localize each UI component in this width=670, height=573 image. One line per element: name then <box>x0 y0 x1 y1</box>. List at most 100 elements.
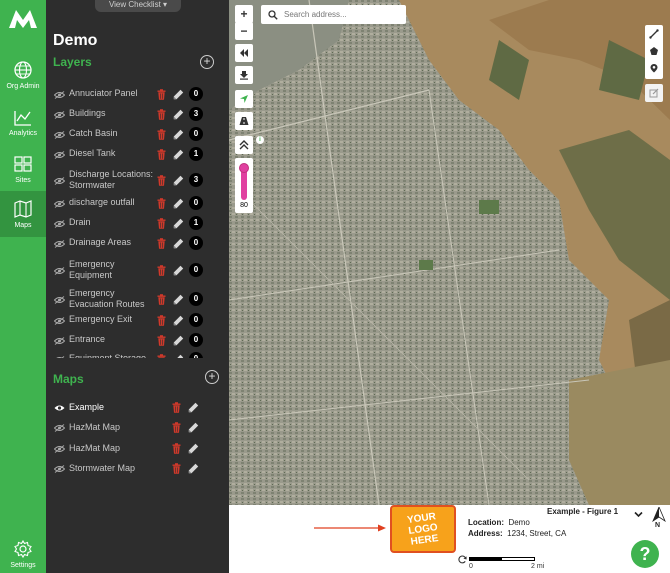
pencil-icon[interactable] <box>173 89 184 100</box>
scale-bar-graphic <box>469 557 535 561</box>
nav-item-settings[interactable]: Settings <box>0 531 46 573</box>
draw-marker-icon[interactable] <box>649 63 659 73</box>
trash-icon[interactable] <box>157 88 166 100</box>
layer-row[interactable]: Diesel Tank 1 <box>46 146 229 163</box>
hidden-eye-icon[interactable] <box>54 296 65 304</box>
pencil-icon[interactable] <box>173 109 184 120</box>
layer-row[interactable]: Buildings 3 <box>46 106 229 123</box>
pencil-icon[interactable] <box>173 315 184 326</box>
trash-icon[interactable] <box>157 294 166 305</box>
add-layer-button[interactable]: + <box>200 55 214 69</box>
layer-row[interactable]: Equipment Storage 0 <box>46 351 229 359</box>
trash-icon[interactable] <box>157 128 166 140</box>
trash-icon[interactable] <box>157 175 166 186</box>
address-search[interactable] <box>261 5 406 24</box>
layer-row[interactable]: Emergency Evacuation Routes 0 <box>46 288 229 314</box>
trash-icon[interactable] <box>172 422 181 433</box>
hidden-eye-icon[interactable] <box>54 445 65 453</box>
opacity-slider-handle[interactable] <box>239 163 249 173</box>
trash-icon[interactable] <box>172 463 181 474</box>
info-icon[interactable]: i <box>256 136 264 144</box>
visible-eye-icon[interactable] <box>54 404 65 412</box>
draw-line-icon[interactable] <box>649 29 659 39</box>
pencil-icon[interactable] <box>173 294 184 305</box>
zoom-in-button[interactable]: + <box>235 5 253 23</box>
pencil-icon[interactable] <box>173 335 184 346</box>
layer-row[interactable]: Entrance 0 <box>46 332 229 349</box>
hidden-eye-icon[interactable] <box>54 110 65 119</box>
layer-row[interactable]: Emergency Exit 0 <box>46 312 229 329</box>
hidden-eye-icon[interactable] <box>54 177 65 185</box>
search-input[interactable] <box>284 10 399 19</box>
map-row[interactable]: HazMat Map <box>46 422 229 434</box>
hidden-eye-icon[interactable] <box>54 90 65 99</box>
trash-icon[interactable] <box>172 443 181 454</box>
map-row[interactable]: HazMat Map <box>46 443 229 455</box>
hidden-eye-icon[interactable] <box>54 465 65 473</box>
map-row[interactable]: Example <box>46 402 229 414</box>
view-checklist-button[interactable]: View Checklist ▾ <box>95 0 181 12</box>
pencil-icon[interactable] <box>173 238 184 249</box>
hidden-eye-icon[interactable] <box>54 336 65 345</box>
layer-row[interactable]: Catch Basin 0 <box>46 126 229 143</box>
pencil-icon[interactable] <box>188 422 199 433</box>
add-map-button[interactable]: + <box>205 370 219 384</box>
draw-polygon-icon[interactable] <box>649 46 659 56</box>
hidden-eye-icon[interactable] <box>54 199 65 208</box>
brand-logo[interactable] <box>8 6 38 30</box>
pencil-icon[interactable] <box>173 218 184 229</box>
hidden-eye-icon[interactable] <box>54 219 65 228</box>
pencil-icon[interactable] <box>173 149 184 160</box>
help-button[interactable]: ? <box>631 540 659 568</box>
satellite-map[interactable]: + − i 80 <box>229 0 670 505</box>
layer-row[interactable]: discharge outfall 0 <box>46 195 229 212</box>
nav-item-sites[interactable]: Sites <box>0 146 46 192</box>
street-view-button[interactable] <box>235 112 253 130</box>
locate-button[interactable] <box>235 90 253 108</box>
company-logo-placeholder[interactable]: YOUR LOGO HERE <box>390 505 456 553</box>
refresh-icon[interactable] <box>458 555 467 564</box>
nav-item-analytics[interactable]: Analytics <box>0 99 46 145</box>
pencil-icon[interactable] <box>173 129 184 140</box>
nav-item-maps[interactable]: Maps <box>0 191 46 237</box>
hidden-eye-icon[interactable] <box>54 316 65 325</box>
layer-list[interactable]: Annuciator Panel 0 Buildings 3 Catch Basin 0 D… <box>46 82 229 358</box>
pencil-icon[interactable] <box>188 443 199 454</box>
hidden-eye-icon[interactable] <box>54 130 65 139</box>
hidden-eye-icon[interactable] <box>54 267 65 275</box>
layer-row[interactable]: Annuciator Panel 0 <box>46 86 229 103</box>
trash-icon[interactable] <box>157 108 166 120</box>
hidden-eye-icon[interactable] <box>54 355 65 359</box>
expand-tools-button[interactable] <box>235 136 253 154</box>
zoom-out-button[interactable]: − <box>235 22 253 40</box>
trash-icon[interactable] <box>157 237 166 249</box>
pencil-icon[interactable] <box>173 265 184 276</box>
hidden-eye-icon[interactable] <box>54 150 65 159</box>
trash-icon[interactable] <box>157 197 166 209</box>
pencil-icon[interactable] <box>188 463 199 474</box>
pencil-icon[interactable] <box>188 402 199 413</box>
layer-row[interactable]: Drain 1 <box>46 215 229 232</box>
trash-icon[interactable] <box>157 217 166 229</box>
edit-geometry-button[interactable] <box>645 84 663 102</box>
opacity-slider[interactable]: 80 <box>235 158 253 213</box>
trash-icon[interactable] <box>157 148 166 160</box>
chevron-down-icon[interactable] <box>634 511 643 518</box>
layer-row[interactable]: Drainage Areas 0 <box>46 235 229 252</box>
layer-row[interactable]: Emergency Equipment 0 <box>46 259 229 285</box>
trash-icon[interactable] <box>157 334 166 346</box>
trash-icon[interactable] <box>157 314 166 326</box>
nav-item-org-admin[interactable]: Org Admin <box>0 52 46 98</box>
trash-icon[interactable] <box>157 353 166 359</box>
trash-icon[interactable] <box>157 265 166 276</box>
pencil-icon[interactable] <box>173 198 184 209</box>
map-row[interactable]: Stormwater Map <box>46 463 229 475</box>
trash-icon[interactable] <box>172 402 181 413</box>
pencil-icon[interactable] <box>173 354 184 359</box>
layer-row[interactable]: Discharge Locations: Stormwater 3 <box>46 169 229 195</box>
download-button[interactable] <box>235 66 253 84</box>
hidden-eye-icon[interactable] <box>54 424 65 432</box>
collapse-panel-button[interactable] <box>235 44 253 62</box>
pencil-icon[interactable] <box>173 175 184 186</box>
hidden-eye-icon[interactable] <box>54 239 65 248</box>
